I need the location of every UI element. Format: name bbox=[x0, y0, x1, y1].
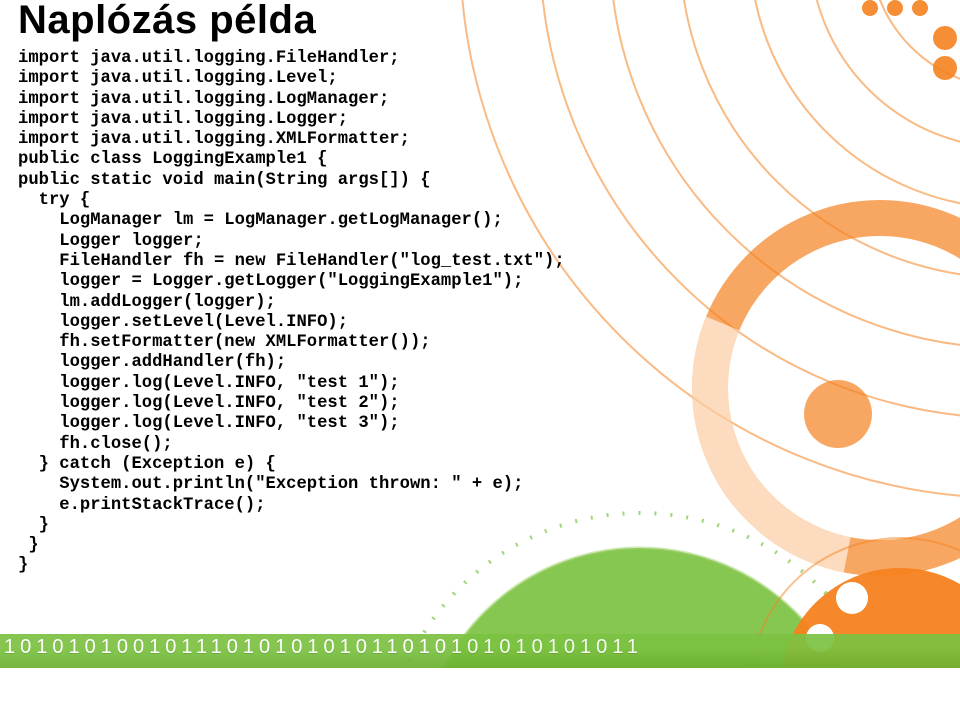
footer: 1010101001011101010101011010101010101011 bbox=[0, 634, 960, 710]
slide-content: Naplózás példa import java.util.logging.… bbox=[0, 0, 960, 577]
page-title: Naplózás példa bbox=[18, 0, 942, 43]
code-block: import java.util.logging.FileHandler; im… bbox=[18, 49, 942, 577]
binary-digits-bar: 1010101001011101010101011010101010101011 bbox=[0, 634, 960, 668]
footer-below-bar bbox=[0, 668, 960, 710]
